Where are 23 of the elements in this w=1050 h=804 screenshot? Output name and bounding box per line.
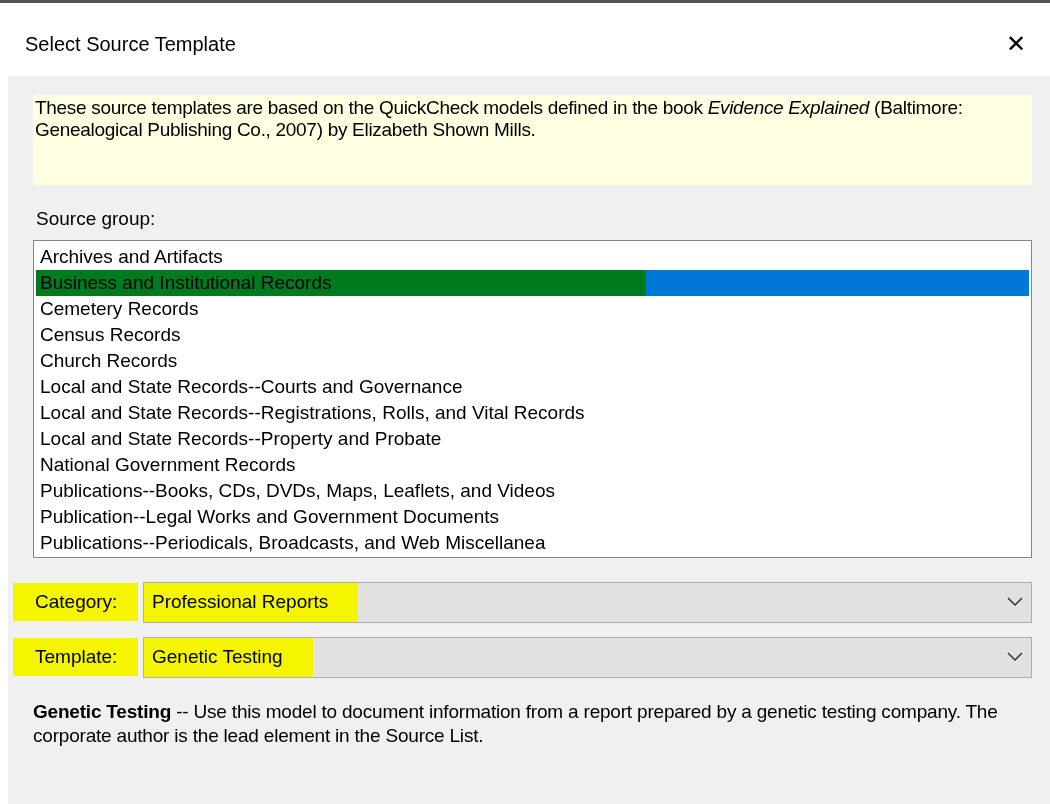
chevron-down-icon xyxy=(1007,597,1023,607)
info-note: These source templates are based on the QuickCheck models defined in the book Evidence Explained (Baltimore: Genealogical Publishing Co., 2007) by Elizabeth Shown Mills. xyxy=(33,95,1032,185)
list-item[interactable]: Publication--Legal Works and Government Documents xyxy=(36,503,1029,530)
window-title: Select Source Template xyxy=(25,32,236,57)
list-item[interactable]: Local and State Records--Property and Probate xyxy=(36,425,1029,452)
list-item[interactable]: Publications--Periodicals, Broadcasts, and Web Miscellanea xyxy=(36,529,1029,556)
field-label: Template: xyxy=(13,637,138,677)
list-item[interactable]: Archives and Artifacts xyxy=(36,243,1029,270)
dropdown-field[interactable]: Genetic Testing xyxy=(143,636,1032,678)
list-item[interactable]: Census Records xyxy=(36,321,1029,348)
list-item[interactable]: Publications--Books, CDs, DVDs, Maps, Leaflets, and Videos xyxy=(36,477,1029,504)
chevron-down-icon xyxy=(1007,652,1023,662)
list-item[interactable]: Local and State Records--Registrations, Rolls, and Vital Records xyxy=(36,399,1029,426)
dropdown-field[interactable]: Professional Reports xyxy=(143,581,1032,623)
close-button[interactable]: ✕ xyxy=(1002,26,1030,62)
list-item[interactable]: Church Records xyxy=(36,347,1029,374)
list-item[interactable]: National Government Records xyxy=(36,451,1029,478)
list-item[interactable]: Local and State Records--Courts and Governance xyxy=(36,373,1029,400)
source-group-label: Source group: xyxy=(36,207,157,231)
field-label: Category: xyxy=(13,582,138,622)
template-description: Genetic Testing -- Use this model to document information from a report prepared by a genetic testing company. The corporate author is the lead element in the Source List. xyxy=(33,699,999,748)
list-item[interactable]: Business and Institutional Records xyxy=(36,269,1029,296)
list-item[interactable]: Cemetery Records xyxy=(36,295,1029,322)
